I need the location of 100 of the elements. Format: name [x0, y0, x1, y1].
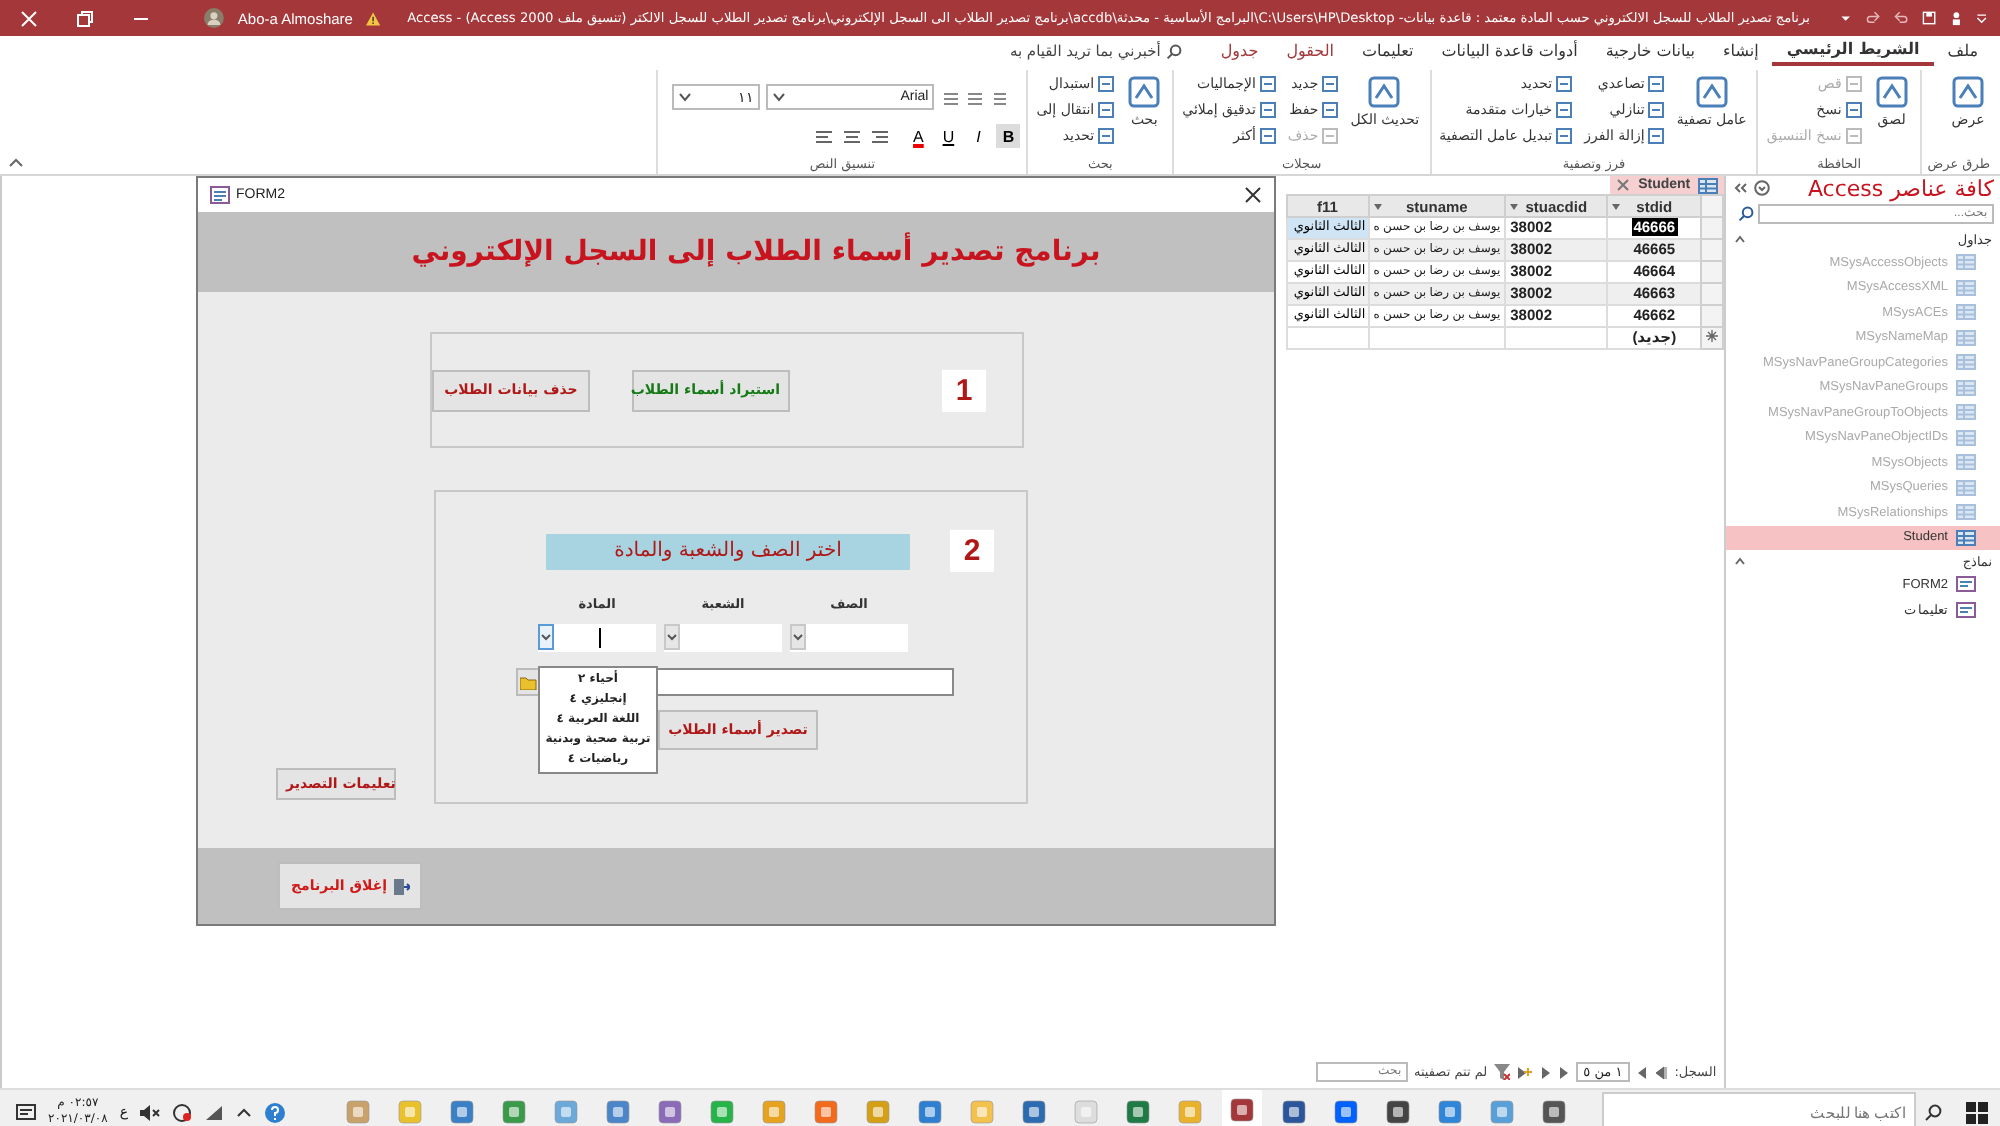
tool-icon — [1322, 75, 1339, 91]
app-icon — [762, 1100, 786, 1124]
tool-icon — [1126, 74, 1163, 110]
app-icon — [1334, 1100, 1358, 1124]
new-record-icon — [1706, 330, 1719, 342]
dropdown-icon[interactable] — [1976, 10, 1988, 26]
app-icon — [918, 1100, 942, 1124]
next-record-icon[interactable] — [1557, 1065, 1570, 1079]
app-icon — [1386, 1100, 1410, 1124]
caret-icon — [772, 92, 787, 102]
app-icon — [450, 1100, 474, 1124]
tool-icon — [1366, 74, 1403, 110]
taskbar-app[interactable] — [1222, 1090, 1262, 1126]
table-icon — [1956, 304, 1976, 321]
format-toggle[interactable]: U — [936, 124, 961, 148]
form-icon — [1956, 601, 1976, 618]
ribbon-tab[interactable]: بيانات خارجية — [1591, 36, 1710, 66]
ribbon-tab[interactable]: ملف — [1933, 36, 1992, 66]
pane-title[interactable]: كافة عناصر Access — [1807, 175, 1994, 201]
form-icon — [1956, 576, 1976, 593]
notification-icon[interactable] — [16, 1103, 36, 1121]
network-icon[interactable] — [172, 1103, 193, 1121]
app-icon — [1230, 1098, 1254, 1122]
caret-icon — [1373, 204, 1382, 210]
previous-record-icon[interactable] — [1636, 1065, 1649, 1079]
tool-icon — [1556, 127, 1573, 143]
ribbon-tab[interactable]: الحقول — [1272, 36, 1349, 66]
wifi-icon[interactable] — [204, 1103, 225, 1121]
table-icon — [1956, 329, 1976, 346]
search-icon — [1166, 43, 1183, 59]
dropdown-field[interactable] — [790, 624, 908, 652]
tool-icon — [1950, 74, 1986, 110]
dropdown-field[interactable] — [538, 624, 656, 652]
format-toggle[interactable]: I — [966, 124, 991, 148]
tool-icon — [1873, 74, 1910, 110]
tool-icon — [1259, 127, 1276, 143]
search-icon — [1924, 1103, 1942, 1121]
search-icon — [1738, 206, 1754, 222]
table-icon — [1956, 479, 1976, 496]
step-number: 2 — [950, 530, 994, 572]
tool-icon — [1098, 75, 1115, 91]
app-icon — [554, 1100, 578, 1124]
folder-icon — [520, 675, 538, 689]
collapse-icon[interactable] — [8, 156, 24, 168]
tool-icon — [1556, 101, 1573, 117]
tool-icon — [1322, 127, 1339, 143]
ribbon-tab[interactable]: إنشاء — [1709, 36, 1773, 66]
first-record-icon[interactable] — [1654, 1065, 1669, 1079]
app-icon — [866, 1100, 890, 1124]
format-toggle[interactable]: B — [996, 124, 1021, 148]
table-icon — [1956, 354, 1976, 371]
new-record-icon[interactable] — [1515, 1065, 1532, 1079]
tool-icon — [1845, 75, 1862, 91]
avatar-icon[interactable] — [204, 4, 224, 32]
last-record-icon[interactable] — [1537, 1065, 1552, 1079]
app-icon — [502, 1100, 526, 1124]
caret-icon — [1612, 204, 1621, 210]
app-icon — [814, 1100, 838, 1124]
volume-muted-icon[interactable] — [140, 1103, 161, 1121]
text-cursor-icon — [598, 628, 602, 648]
app-icon — [1542, 1100, 1566, 1124]
windows-logo-icon[interactable] — [1966, 1101, 1988, 1123]
close-icon — [20, 9, 38, 27]
table-icon — [1956, 429, 1976, 446]
table-icon — [1956, 504, 1976, 521]
tool-icon — [1648, 75, 1665, 91]
tool-icon — [1693, 74, 1730, 110]
dropdown-icon[interactable] — [1754, 180, 1771, 196]
undo-icon[interactable] — [1893, 8, 1908, 28]
table-icon — [1956, 529, 1976, 546]
app-icon — [1438, 1100, 1462, 1124]
app-icon — [1282, 1100, 1306, 1124]
collapse-pane-icon[interactable] — [1732, 182, 1749, 194]
ribbon-tab[interactable]: تعليمات — [1348, 36, 1428, 66]
font-color-button[interactable]: A — [906, 124, 931, 148]
table-icon — [1698, 177, 1719, 193]
tool-icon — [1259, 75, 1276, 91]
tool-icon — [1098, 127, 1115, 143]
ribbon-tab[interactable]: أدوات قاعدة البيانات — [1427, 36, 1592, 66]
filter-icon[interactable] — [1493, 1064, 1510, 1080]
tool-icon — [1845, 127, 1862, 143]
table-icon — [1956, 404, 1976, 421]
restore-icon — [76, 9, 94, 27]
chevron-icon[interactable] — [236, 1106, 253, 1118]
redo-icon[interactable] — [1865, 8, 1880, 28]
tool-icon — [1259, 101, 1276, 117]
form-heading: برنامج تصدير أسماء الطلاب إلى السجل الإلكتروني — [411, 236, 1101, 268]
touch-mode-icon[interactable] — [1949, 8, 1963, 28]
table-icon — [1956, 379, 1976, 396]
close-icon[interactable] — [1244, 186, 1262, 204]
app-icon — [1178, 1100, 1202, 1124]
table-icon — [1956, 254, 1976, 271]
help-icon[interactable] — [264, 1101, 287, 1123]
tool-icon — [1845, 101, 1862, 117]
app-icon — [606, 1100, 630, 1124]
tool-icon — [1556, 75, 1573, 91]
warning-icon[interactable] — [366, 9, 382, 27]
dropdown-field[interactable] — [664, 624, 782, 652]
save-icon[interactable] — [1921, 8, 1936, 28]
ribbon-tab[interactable]: جدول — [1206, 36, 1273, 66]
